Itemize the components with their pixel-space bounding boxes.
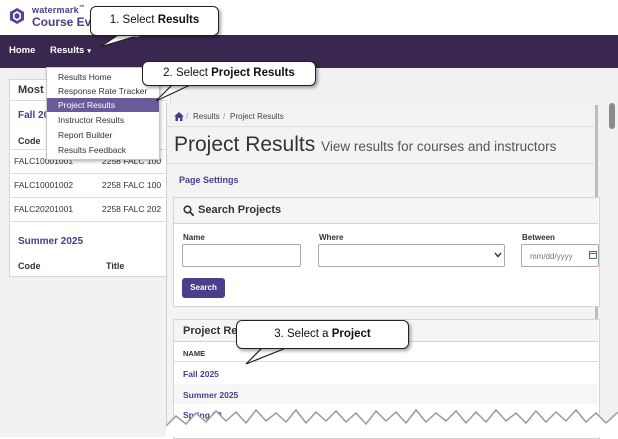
col-code: Code: [18, 136, 41, 146]
between-label: Between: [522, 233, 555, 242]
search-button[interactable]: Search: [182, 278, 225, 298]
divider: [9, 197, 169, 198]
divider: [9, 221, 169, 222]
nav-results[interactable]: Results ▾: [50, 45, 91, 56]
row-code[interactable]: FALC10001002: [14, 180, 73, 190]
divider: [166, 126, 594, 127]
callout-step-1: 1. Select Results: [90, 6, 219, 36]
home-icon[interactable]: [174, 112, 184, 121]
term-summer-link[interactable]: Summer 2025: [18, 236, 83, 247]
page-title: Project Results View results for courses…: [174, 133, 557, 156]
where-label: Where: [319, 233, 344, 242]
scrollbar-thumb[interactable]: [609, 103, 615, 129]
logo-product: Course Eva: [32, 15, 99, 29]
date-placeholder: mm/dd/yyyy: [530, 252, 573, 261]
menu-item-instructor-results[interactable]: Instructor Results: [47, 113, 159, 127]
divider: [166, 163, 594, 164]
breadcrumb-separator: /: [223, 112, 226, 121]
col-code: Code: [18, 261, 41, 271]
where-select[interactable]: [318, 244, 505, 267]
row-title: 2258 FALC 100: [102, 180, 162, 190]
menu-item-project-results[interactable]: Project Results: [47, 98, 159, 112]
row-title: 2258 FALC 202: [102, 204, 162, 214]
torn-edge: [166, 408, 618, 437]
breadcrumb-project-results: Project Results: [230, 112, 284, 121]
search-projects-title: Search Projects: [198, 204, 282, 216]
row-code[interactable]: FALC20201001: [14, 204, 73, 214]
project-link-fall-2025[interactable]: Fall 2025: [183, 369, 219, 379]
page-subtitle: View results for courses and instructors: [321, 139, 557, 154]
divider: [9, 173, 169, 174]
menu-item-response-rate-tracker[interactable]: Response Rate Tracker: [47, 84, 159, 98]
nav-home[interactable]: Home: [9, 45, 35, 56]
menu-item-report-builder[interactable]: Report Builder: [47, 128, 159, 142]
caret-down-icon: ▾: [87, 48, 91, 55]
breadcrumb-results[interactable]: Results: [193, 112, 220, 121]
divider: [174, 361, 598, 362]
callout-step-2: 2. Select Project Results: [142, 61, 316, 86]
card-header: Most: [18, 84, 44, 96]
breadcrumb-separator: /: [186, 112, 189, 121]
term-fall-link[interactable]: Fall 20: [18, 110, 49, 121]
col-title: Title: [106, 261, 125, 271]
menu-item-results-feedback[interactable]: Results Feedback: [47, 143, 159, 157]
chevron-down-icon: [494, 252, 502, 258]
name-label: Name: [183, 233, 205, 242]
search-icon: [183, 205, 194, 216]
callout-step-3: 3. Select a Project: [236, 320, 409, 349]
page-settings-link[interactable]: Page Settings: [179, 175, 239, 185]
watermark-logo-icon: [10, 8, 24, 24]
col-name: NAME: [183, 349, 206, 358]
name-input[interactable]: [182, 244, 301, 267]
logo-brand: watermark™: [32, 5, 86, 15]
projects-panel-title: Project Res: [183, 325, 244, 337]
project-link-summer-2025[interactable]: Summer 2025: [183, 390, 238, 400]
calendar-icon[interactable]: [589, 250, 597, 259]
